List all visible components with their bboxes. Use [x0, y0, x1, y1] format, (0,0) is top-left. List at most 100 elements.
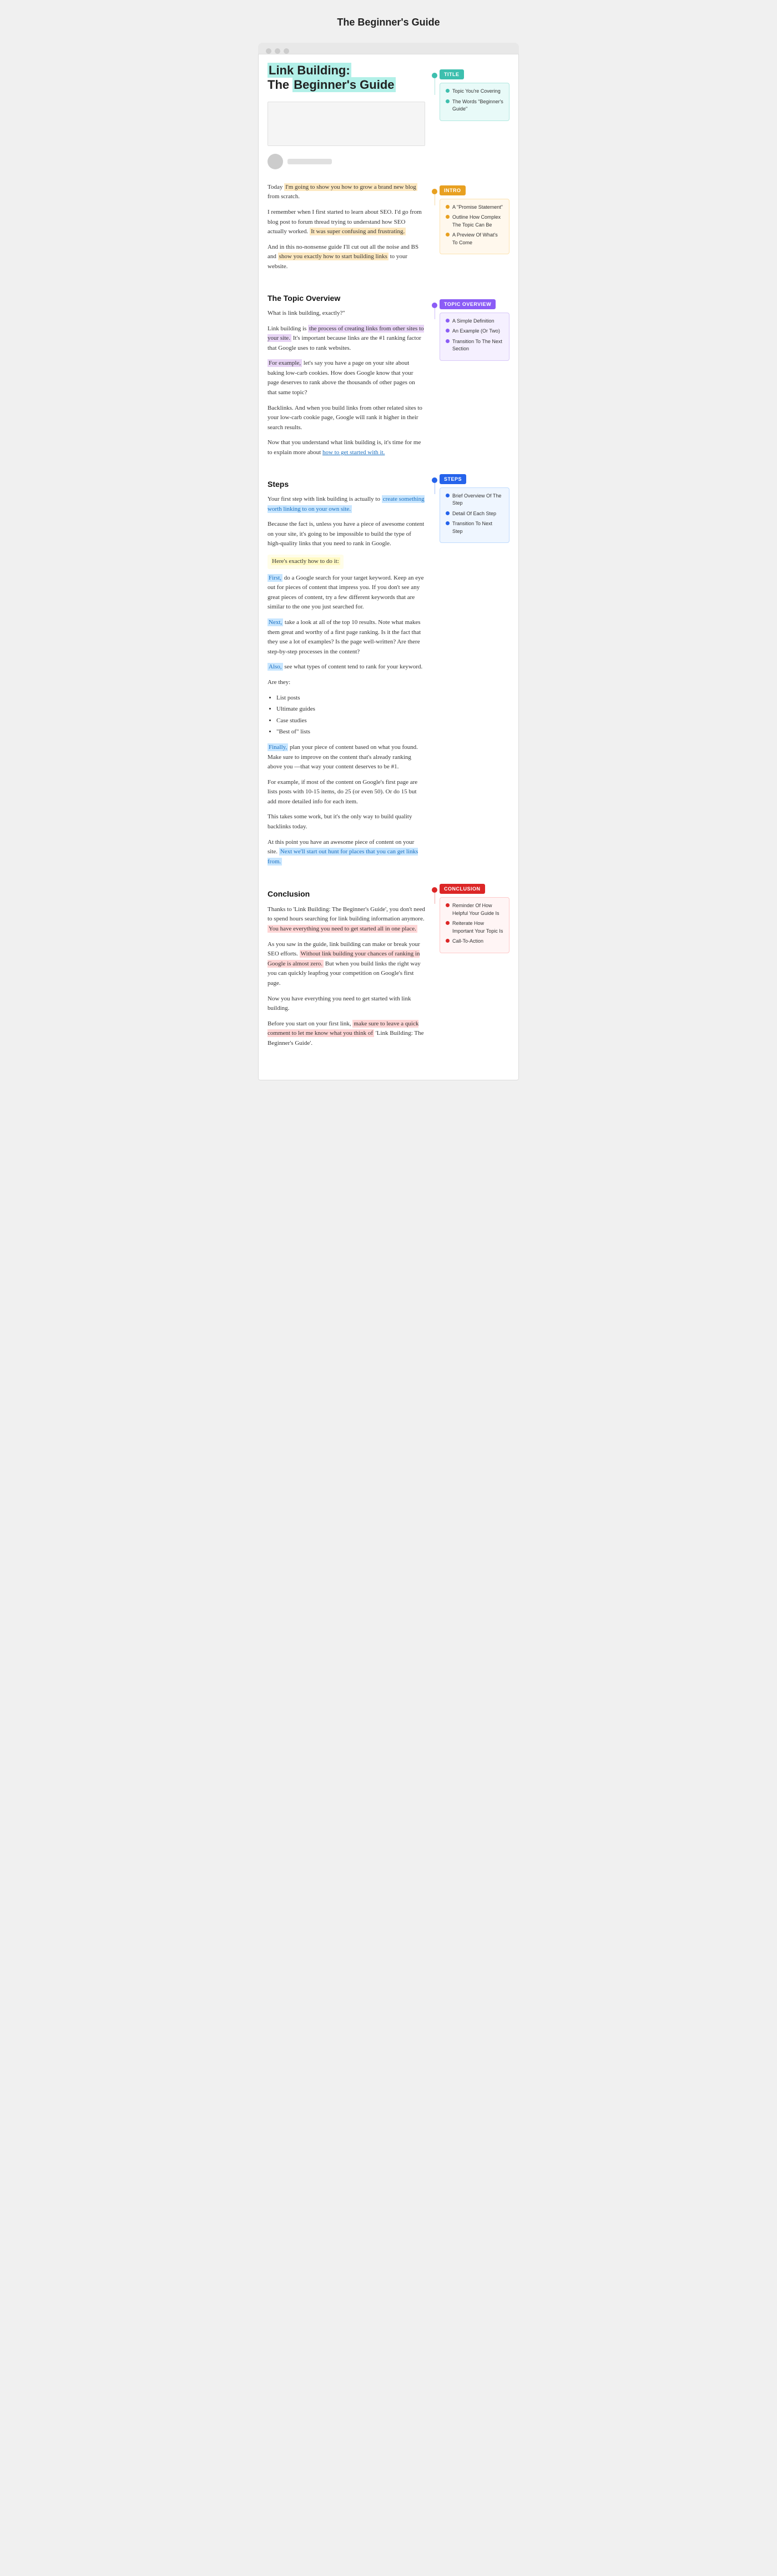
conclusion-para-2: As you saw in the guide, link building c… [268, 940, 425, 989]
steps-intro: Your first step with link building is ac… [268, 495, 425, 514]
steps-also-label: Also, [268, 663, 283, 671]
author-row [268, 154, 425, 169]
topic-para-3: For example, let's say you have a page o… [268, 359, 425, 398]
browser-chrome [258, 43, 519, 54]
conclusion-annotation-col: CONCLUSION Reminder Of How Helpful Your … [432, 878, 509, 1054]
conclusion-para-1: Thanks to 'Link Building: The Beginner's… [268, 905, 425, 934]
steps-main-col: Steps Your first step with link building… [268, 468, 425, 873]
intro-annot-item-1: A "Promise Statement" [446, 204, 503, 212]
topic-para-4: Backlinks. And when you build links from… [268, 404, 425, 433]
topic-section: The Topic Overview What is link building… [259, 282, 518, 464]
conclusion-section: Conclusion Thanks to 'Link Building: The… [259, 878, 518, 1054]
topic-row: The Topic Overview What is link building… [268, 282, 509, 464]
intro-highlight-2: It was super confusing and frustrating. [310, 228, 406, 235]
steps-body4: At this point you have an awesome piece … [268, 838, 425, 867]
browser-dot-1 [266, 48, 271, 54]
conclusion-para-3: Now you have everything you need to get … [268, 994, 425, 1014]
steps-list: List posts Ultimate guides Case studies … [276, 693, 425, 737]
article-image [268, 102, 425, 146]
steps-annot-item-3: Transition To Next Step [446, 520, 503, 535]
article-wrapper: Link Building: The Beginner's Guide [258, 54, 519, 1080]
topic-highlight-1: the process of creating links from other… [268, 325, 424, 343]
intro-annot-label: INTRO [440, 185, 466, 195]
topic-para-1: What is link building, exactly?" [268, 309, 425, 319]
title-highlight-2: Beginner's Guide [292, 77, 395, 92]
steps-list-item-4: "Best of" lists [276, 727, 425, 737]
author-avatar [268, 154, 283, 169]
steps-highlight-1: create something worth linking to on you… [268, 495, 425, 513]
steps-highlight-end: Next we'll start out hunt for places tha… [268, 848, 418, 866]
steps-next-label: Next, [268, 618, 283, 626]
steps-step3: Also, see what types of content tend to … [268, 662, 425, 672]
title-annot-box: Topic You're Covering The Words "Beginne… [440, 83, 509, 121]
title-dot-2 [446, 99, 450, 103]
intro-section: Today I'm going to show you how to grow … [259, 183, 518, 278]
steps-list-item-1: List posts [276, 693, 425, 703]
topic-dot-3 [446, 339, 450, 343]
intro-annotation: INTRO A "Promise Statement" Outline How … [440, 185, 509, 255]
topic-main-col: The Topic Overview What is link building… [268, 282, 425, 464]
conclusion-connector-dot [432, 887, 437, 893]
steps-first-label: First, [268, 574, 282, 582]
steps-annot-item-1: Brief Overview Of The Step [446, 492, 503, 507]
steps-annot-box: Brief Overview Of The Step Detail Of Eac… [440, 487, 509, 544]
browser-dot-3 [284, 48, 289, 54]
steps-callout-highlight: Here's exactly how to do it: [271, 557, 340, 565]
steps-step4: Finally, plan your piece of content base… [268, 743, 425, 772]
steps-row: Steps Your first step with link building… [268, 468, 509, 873]
conclusion-dot-2 [446, 921, 450, 925]
topic-para-2: Link building is the process of creating… [268, 324, 425, 354]
topic-para-5: Now that you understand what link buildi… [268, 438, 425, 457]
steps-annot-item-2: Detail Of Each Step [446, 510, 503, 518]
intro-annot-box: A "Promise Statement" Outline How Comple… [440, 199, 509, 255]
intro-dot-3 [446, 233, 450, 237]
steps-connector-dot [432, 477, 437, 483]
intro-annot-item-2: Outline How Complex The Topic Can Be [446, 214, 503, 229]
conclusion-highlight-2: Without link building your chances of ra… [268, 950, 420, 968]
title-annotation: TITLE Topic You're Covering The Words "B… [440, 69, 509, 121]
title-annot-label: TITLE [440, 69, 464, 79]
conclusion-dot-1 [446, 903, 450, 907]
topic-dot-1 [446, 319, 450, 323]
title-connector-dot [432, 73, 437, 78]
intro-para-1: Today I'm going to show you how to grow … [268, 183, 425, 202]
topic-heading: The Topic Overview [268, 292, 425, 304]
steps-annot-label: STEPS [440, 474, 466, 484]
intro-highlight-1: I'm going to show you how to grow a bran… [284, 183, 417, 191]
conclusion-annot-label: CONCLUSION [440, 884, 485, 894]
conclusion-annot-box: Reminder Of How Helpful Your Guide Is Re… [440, 897, 509, 953]
topic-connector-dot [432, 303, 437, 308]
conclusion-highlight-1: You have everything you need to get star… [268, 925, 417, 933]
steps-step1: First, do a Google search for your targe… [268, 573, 425, 612]
steps-dot-1 [446, 494, 450, 497]
title-main-col: Link Building: The Beginner's Guide [268, 63, 425, 179]
title-row: Link Building: The Beginner's Guide [268, 63, 509, 179]
intro-dot-1 [446, 205, 450, 209]
topic-annot-item-3: Transition To The Next Section [446, 338, 503, 353]
title-annot-item-1: Topic You're Covering [446, 88, 503, 95]
steps-list-intro: Are they: [268, 678, 425, 688]
steps-annotation-col: STEPS Brief Overview Of The Step Detail … [432, 468, 509, 873]
steps-dot-2 [446, 511, 450, 515]
title-dot-1 [446, 89, 450, 93]
topic-link: how to get started with it. [322, 449, 385, 456]
title-section: Link Building: The Beginner's Guide [259, 54, 518, 179]
conclusion-main-col: Conclusion Thanks to 'Link Building: The… [268, 878, 425, 1054]
page-title: The Beginner's Guide [337, 11, 440, 34]
intro-para-2: I remember when I first started to learn… [268, 208, 425, 237]
conclusion-annot-item-1: Reminder Of How Helpful Your Guide Is [446, 902, 503, 917]
topic-dot-2 [446, 329, 450, 333]
topic-annotation: TOPIC OVERVIEW A Simple Definition An Ex… [440, 299, 509, 361]
steps-list-item-3: Case studies [276, 716, 425, 726]
steps-section: Steps Your first step with link building… [259, 468, 518, 873]
steps-annotation: STEPS Brief Overview Of The Step Detail … [440, 474, 509, 544]
steps-body3: This takes some work, but it's the only … [268, 812, 425, 832]
conclusion-annot-item-3: Call-To-Action [446, 938, 503, 945]
intro-main-col: Today I'm going to show you how to grow … [268, 183, 425, 278]
title-annotation-col: TITLE Topic You're Covering The Words "B… [432, 63, 509, 179]
intro-dot-2 [446, 215, 450, 219]
topic-highlight-2: For example, [268, 359, 302, 367]
intro-para-3: And in this no-nonsense guide I'll cut o… [268, 243, 425, 272]
conclusion-heading: Conclusion [268, 888, 425, 900]
browser-dot-2 [275, 48, 280, 54]
